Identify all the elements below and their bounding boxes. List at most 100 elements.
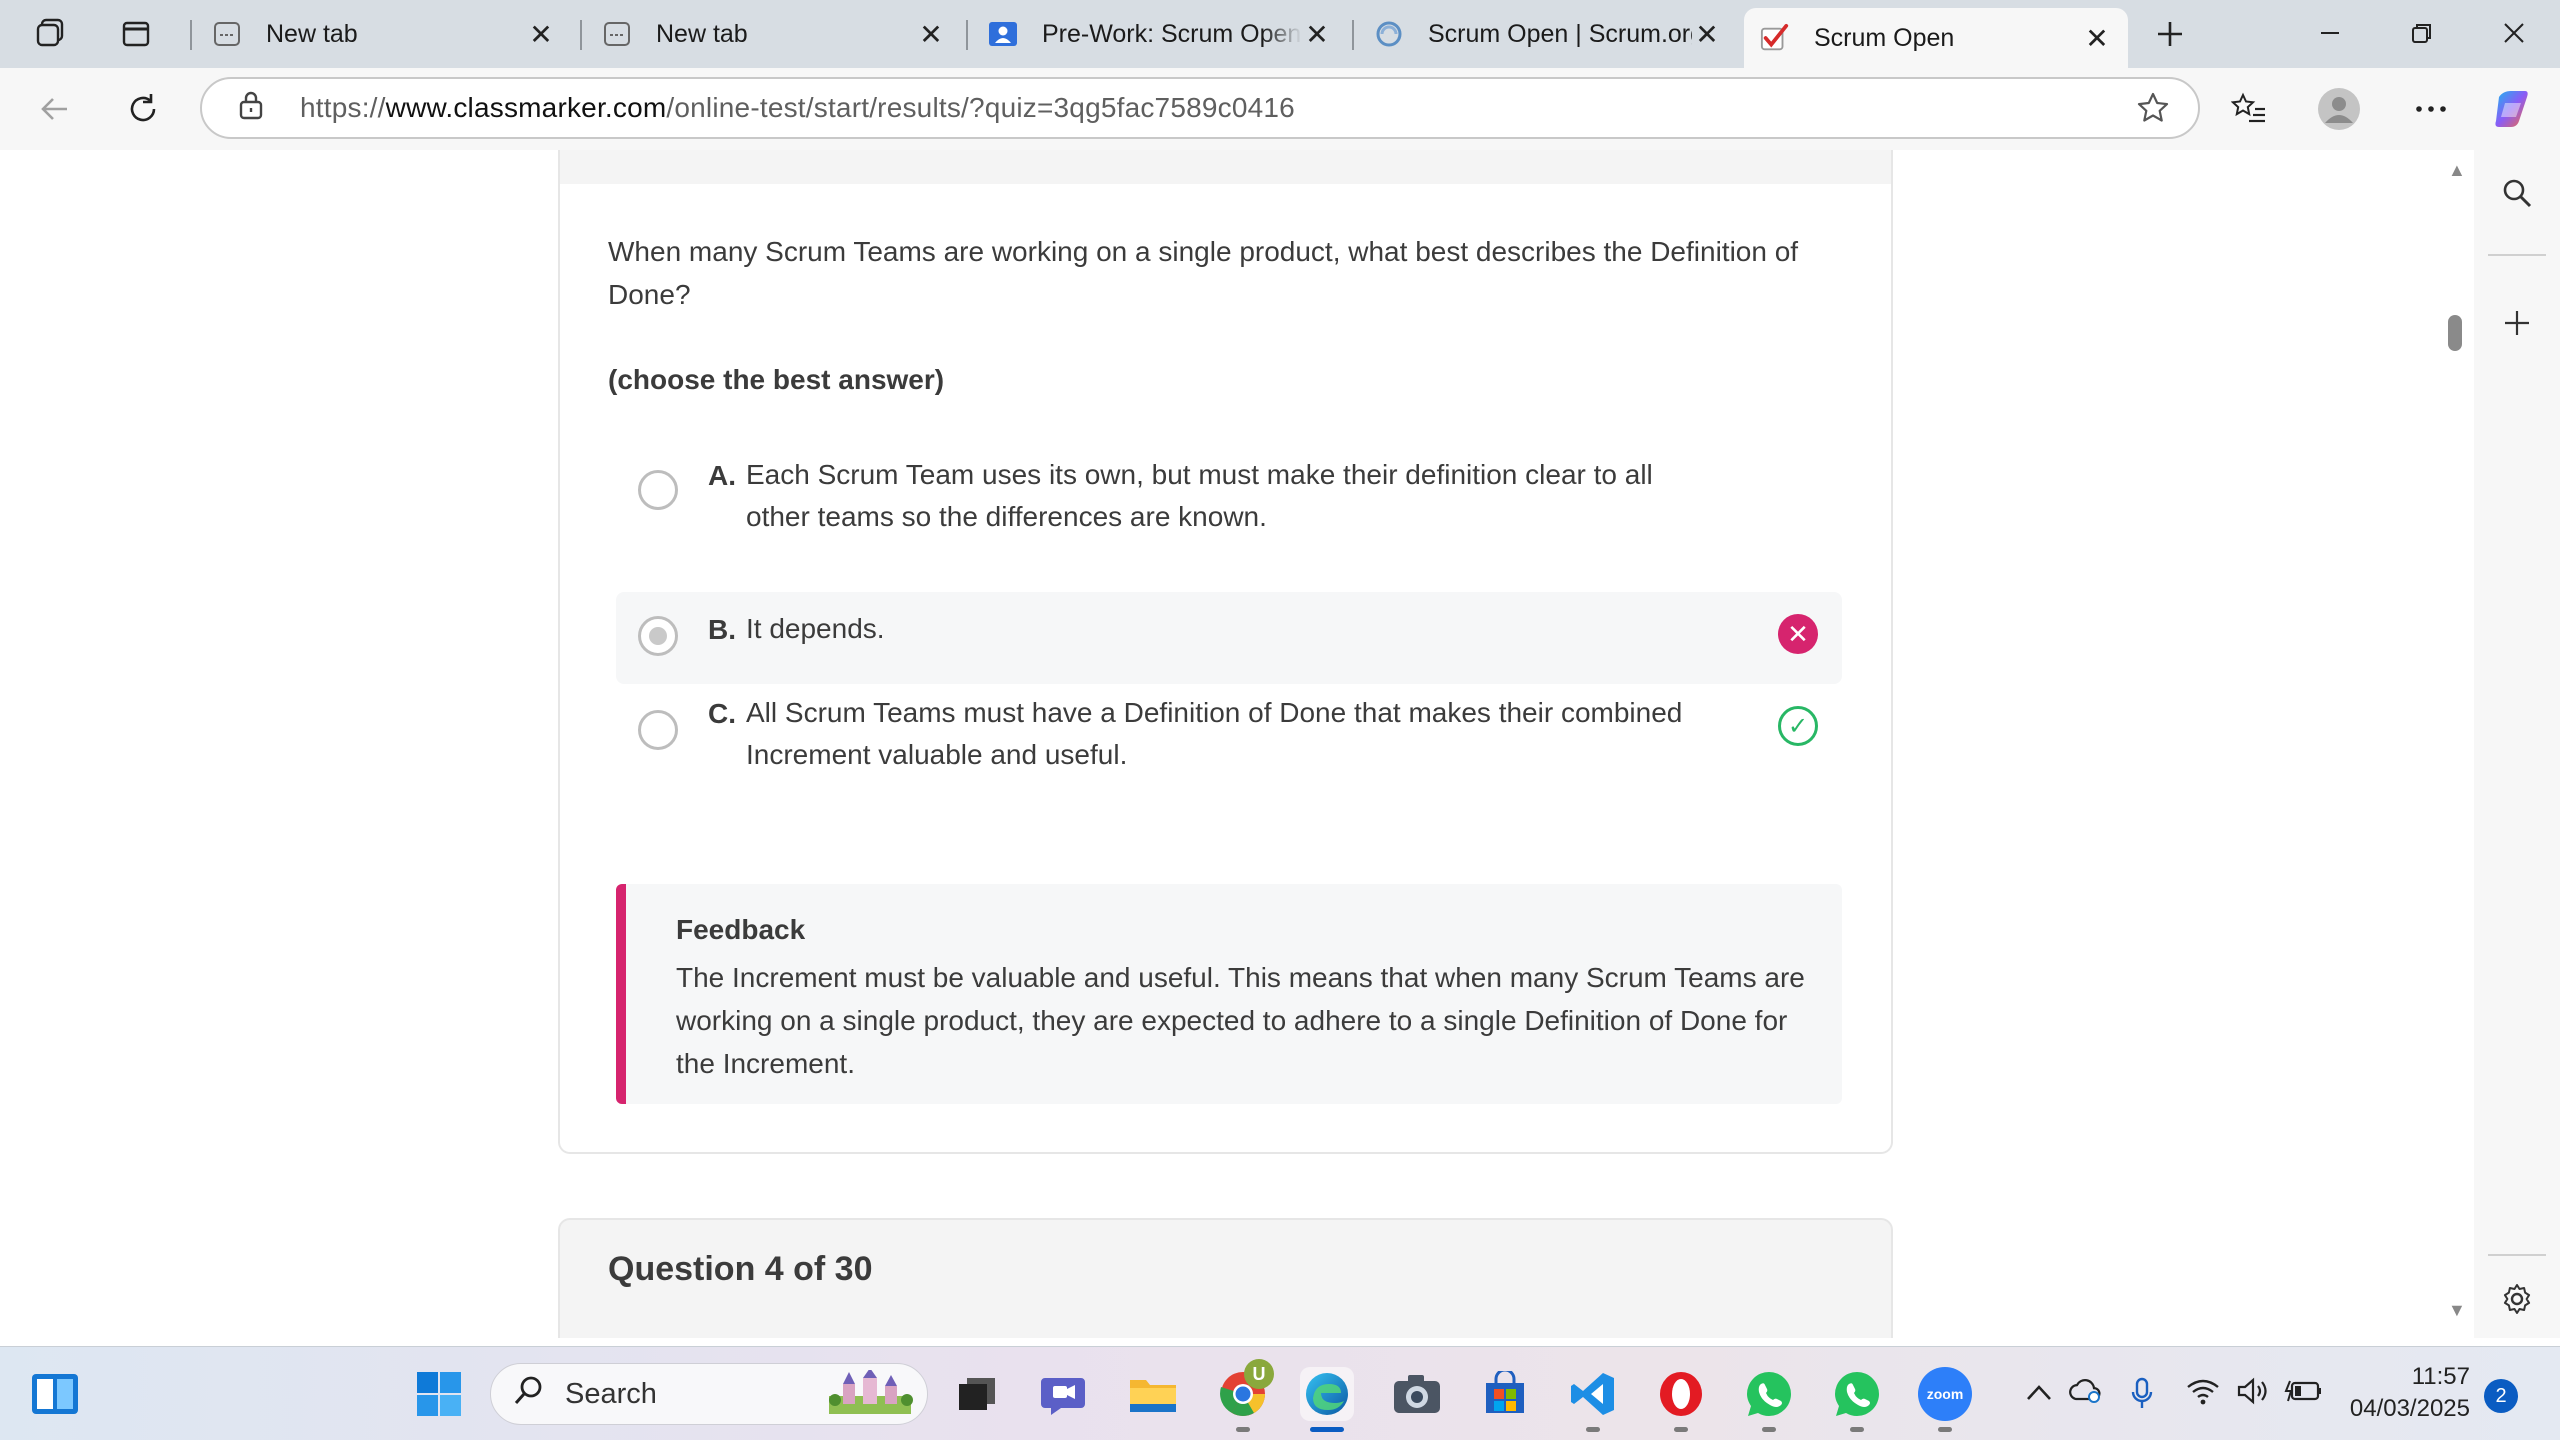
url-text[interactable]: https://www.classmarker.com/online-test/… bbox=[300, 92, 1295, 124]
wifi-icon[interactable] bbox=[2186, 1377, 2220, 1413]
tab-scrum-open[interactable]: Scrum Open ✕ bbox=[1744, 8, 2128, 68]
opera-icon[interactable] bbox=[1654, 1367, 1708, 1421]
windows-taskbar: Search U zoom 11:57 04/03/2025 2 bbox=[0, 1346, 2560, 1440]
url-path: /online-test/start/results/?quiz=3qg5fac… bbox=[666, 92, 1295, 123]
running-indicator bbox=[1762, 1427, 1776, 1432]
zoom-icon[interactable]: zoom bbox=[1918, 1367, 1972, 1421]
contact-card-icon bbox=[988, 19, 1018, 49]
option-text: All Scrum Teams must have a Definition o… bbox=[746, 697, 1683, 770]
chevron-up-icon[interactable] bbox=[2024, 1377, 2054, 1411]
onedrive-sync-icon[interactable] bbox=[2068, 1377, 2104, 1413]
radio-button-selected[interactable] bbox=[638, 616, 678, 656]
scrum-org-icon bbox=[1374, 19, 1404, 49]
page-viewport: When many Scrum Teams are working on a s… bbox=[8, 150, 2470, 1338]
more-options-icon[interactable] bbox=[2408, 86, 2454, 132]
feedback-body: The Increment must be valuable and usefu… bbox=[676, 962, 1805, 1079]
chrome-profile-badge: U bbox=[1244, 1359, 1274, 1389]
tab-pre-work[interactable]: Pre-Work: Scrum Open A ✕ bbox=[972, 8, 1348, 60]
tab-title: New tab bbox=[656, 19, 748, 48]
tab-separator bbox=[190, 20, 192, 50]
settings-gear-icon[interactable] bbox=[2494, 1276, 2540, 1322]
url-prefix: https:// bbox=[300, 92, 386, 123]
active-indicator bbox=[1310, 1427, 1344, 1432]
tab-title: Scrum Open bbox=[1814, 23, 1955, 52]
vscode-icon[interactable] bbox=[1566, 1367, 1620, 1421]
system-clock[interactable]: 11:57 04/03/2025 bbox=[2340, 1361, 2470, 1425]
add-icon[interactable] bbox=[2494, 300, 2540, 346]
refresh-icon[interactable] bbox=[120, 86, 166, 132]
close-tab-icon[interactable]: ✕ bbox=[1692, 18, 1722, 51]
checkmark-icon bbox=[1760, 23, 1790, 53]
minimize-icon[interactable] bbox=[2300, 10, 2360, 56]
microphone-icon[interactable] bbox=[2130, 1377, 2154, 1419]
tab-new-tab-2[interactable]: New tab ✕ bbox=[586, 8, 962, 60]
running-indicator bbox=[1674, 1427, 1688, 1432]
next-question-card: Question 4 of 30 bbox=[558, 1218, 1893, 1338]
close-tab-icon[interactable]: ✕ bbox=[526, 18, 556, 51]
question-counter: Question 4 of 30 bbox=[608, 1250, 873, 1288]
restore-icon[interactable] bbox=[2392, 10, 2452, 56]
castle-highlight-icon bbox=[829, 1370, 913, 1414]
question-text: When many Scrum Teams are working on a s… bbox=[608, 236, 1799, 310]
option-letter: B. bbox=[708, 614, 736, 645]
volume-icon[interactable] bbox=[2236, 1377, 2270, 1413]
whatsapp-icon[interactable] bbox=[1742, 1367, 1796, 1421]
tab-separator bbox=[966, 20, 968, 50]
answer-option-b[interactable]: B. It depends. ✕ bbox=[616, 592, 1842, 684]
tab-separator bbox=[580, 20, 582, 50]
page-scrollbar[interactable]: ▲ ▼ bbox=[2440, 150, 2470, 1338]
incorrect-x-icon: ✕ bbox=[1778, 614, 1818, 654]
widgets-icon[interactable] bbox=[28, 1367, 82, 1421]
search-icon[interactable] bbox=[2494, 170, 2540, 216]
file-explorer-icon[interactable] bbox=[1126, 1367, 1180, 1421]
close-tab-icon[interactable]: ✕ bbox=[2082, 22, 2112, 55]
taskbar-search[interactable]: Search bbox=[490, 1363, 928, 1425]
scroll-up-arrow-icon[interactable]: ▲ bbox=[2448, 160, 2466, 181]
browser-titlebar: New tab ✕ New tab ✕ Pre-Work: Scrum Open… bbox=[0, 0, 2560, 68]
edge-icon[interactable] bbox=[1300, 1367, 1354, 1421]
tab-title: New tab bbox=[266, 19, 358, 48]
copilot-icon[interactable] bbox=[2490, 86, 2536, 132]
favorites-list-icon[interactable] bbox=[2226, 86, 2272, 132]
workspaces-icon[interactable] bbox=[30, 14, 70, 54]
teams-chat-icon[interactable] bbox=[1036, 1367, 1090, 1421]
feedback-box: Feedback The Increment must be valuable … bbox=[616, 884, 1842, 1104]
tab-title: Pre-Work: Scrum Open A bbox=[1042, 19, 1302, 48]
tab-title: Scrum Open | Scrum.org bbox=[1428, 19, 1692, 48]
scroll-down-arrow-icon[interactable]: ▼ bbox=[2448, 1300, 2466, 1321]
close-tab-icon[interactable]: ✕ bbox=[916, 18, 946, 51]
answer-option-c[interactable]: C. All Scrum Teams must have a Definitio… bbox=[616, 684, 1842, 784]
browser-toolbar: https://www.classmarker.com/online-test/… bbox=[0, 68, 2560, 150]
tab-new-tab-1[interactable]: New tab ✕ bbox=[196, 8, 572, 60]
answer-option-a[interactable]: A. Each Scrum Team uses its own, but mus… bbox=[616, 446, 1842, 536]
radio-button[interactable] bbox=[638, 710, 678, 750]
running-indicator bbox=[1236, 1427, 1250, 1432]
task-view-icon[interactable] bbox=[950, 1367, 1004, 1421]
new-tab-icon[interactable] bbox=[2150, 14, 2190, 54]
whatsapp-icon[interactable] bbox=[1830, 1367, 1884, 1421]
profile-avatar-icon[interactable] bbox=[2316, 86, 2362, 132]
tab-scrum-org[interactable]: Scrum Open | Scrum.org ✕ bbox=[1358, 8, 1738, 60]
close-window-icon[interactable] bbox=[2484, 10, 2544, 56]
back-arrow-icon[interactable] bbox=[32, 86, 78, 132]
tab-separator bbox=[1352, 20, 1354, 50]
notification-badge[interactable]: 2 bbox=[2484, 1379, 2518, 1413]
lock-icon[interactable] bbox=[202, 90, 263, 127]
running-indicator bbox=[1938, 1427, 1952, 1432]
favorite-star-icon[interactable] bbox=[2136, 91, 2170, 134]
scroll-thumb[interactable] bbox=[2448, 315, 2462, 351]
clock-time: 11:57 bbox=[2411, 1363, 2470, 1390]
sidebar-divider bbox=[2488, 1254, 2546, 1256]
option-text: It depends. bbox=[746, 613, 885, 644]
tab-actions-icon[interactable] bbox=[116, 14, 156, 54]
address-bar[interactable]: https://www.classmarker.com/online-test/… bbox=[200, 77, 2200, 139]
start-windows-icon[interactable] bbox=[412, 1367, 466, 1421]
running-indicator bbox=[1586, 1427, 1600, 1432]
camera-icon[interactable] bbox=[1390, 1367, 1444, 1421]
microsoft-store-icon[interactable] bbox=[1478, 1367, 1532, 1421]
battery-charging-icon[interactable] bbox=[2284, 1377, 2322, 1413]
search-placeholder: Search bbox=[565, 1377, 657, 1410]
close-tab-icon[interactable]: ✕ bbox=[1302, 18, 1332, 51]
zoom-label: zoom bbox=[1926, 1386, 1964, 1402]
radio-button[interactable] bbox=[638, 470, 678, 510]
